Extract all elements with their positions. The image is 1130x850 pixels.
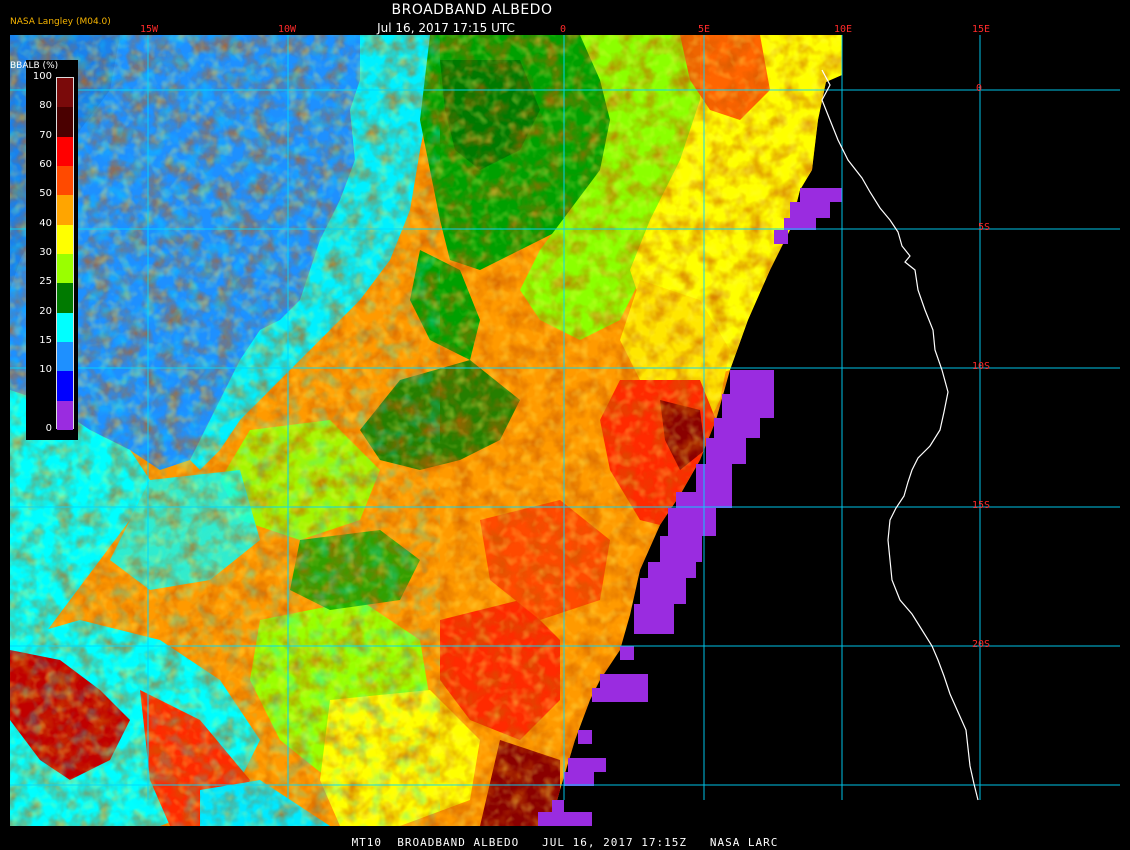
legend-title: BBALB (%)	[10, 61, 59, 71]
legend-tick-label: 70	[39, 129, 52, 141]
lon-label-5e: 5E	[698, 24, 711, 35]
legend-tick-label: 60	[39, 159, 52, 170]
legend-tick-label: 10	[39, 364, 52, 376]
lon-label-15w: 15W	[140, 24, 159, 35]
legend-tick-label: 15	[39, 335, 52, 346]
legend-swatch	[57, 107, 73, 138]
legend-tick-label: 50	[39, 188, 52, 200]
legend-swatch	[57, 283, 73, 314]
credit-label: NASA Langley (M04.0)	[10, 17, 111, 27]
legend-swatch	[57, 312, 73, 343]
legend-colorbar	[56, 77, 74, 431]
albedo-map: BROADBAND ALBEDO Jul 16, 2017 17:15 UTC …	[0, 0, 1130, 850]
legend-swatch	[57, 400, 73, 431]
lat-label-20s: 20S	[972, 639, 991, 650]
legend-swatch	[57, 342, 73, 372]
legend-swatch	[57, 136, 73, 167]
legend-swatch	[57, 254, 73, 284]
lon-label-10e: 10E	[834, 24, 853, 35]
map-timestamp: Jul 16, 2017 17:15 UTC	[377, 21, 515, 35]
legend-tick-label: 30	[39, 247, 52, 258]
lon-label-10w: 10W	[278, 24, 297, 35]
legend-swatch	[57, 78, 73, 108]
map-title: BROADBAND ALBEDO	[391, 2, 553, 18]
lat-label-10s: 10S	[972, 361, 991, 372]
lat-label-15s: 15S	[972, 500, 991, 511]
legend-tick-label: 0	[45, 423, 52, 434]
lat-label-5s: 5S	[978, 222, 991, 233]
albedo-image	[0, 0, 1130, 850]
legend-tick-label: 80	[39, 100, 52, 112]
footer-caption: MT10 BROADBAND ALBEDO JUL 16, 2017 17:15…	[351, 836, 779, 849]
lon-label-0: 0	[560, 24, 567, 35]
legend-tick-label: 40	[39, 217, 52, 229]
legend-swatch	[57, 224, 73, 255]
legend-tick-label: 100	[32, 71, 52, 82]
legend-swatch	[57, 166, 73, 196]
legend-swatch	[57, 195, 73, 226]
lon-label-15e: 15E	[972, 24, 991, 35]
legend-tick-label: 20	[39, 305, 52, 317]
lat-label-0: 0	[976, 83, 983, 94]
legend-tick-label: 25	[39, 276, 52, 288]
legend-swatch	[57, 371, 73, 402]
